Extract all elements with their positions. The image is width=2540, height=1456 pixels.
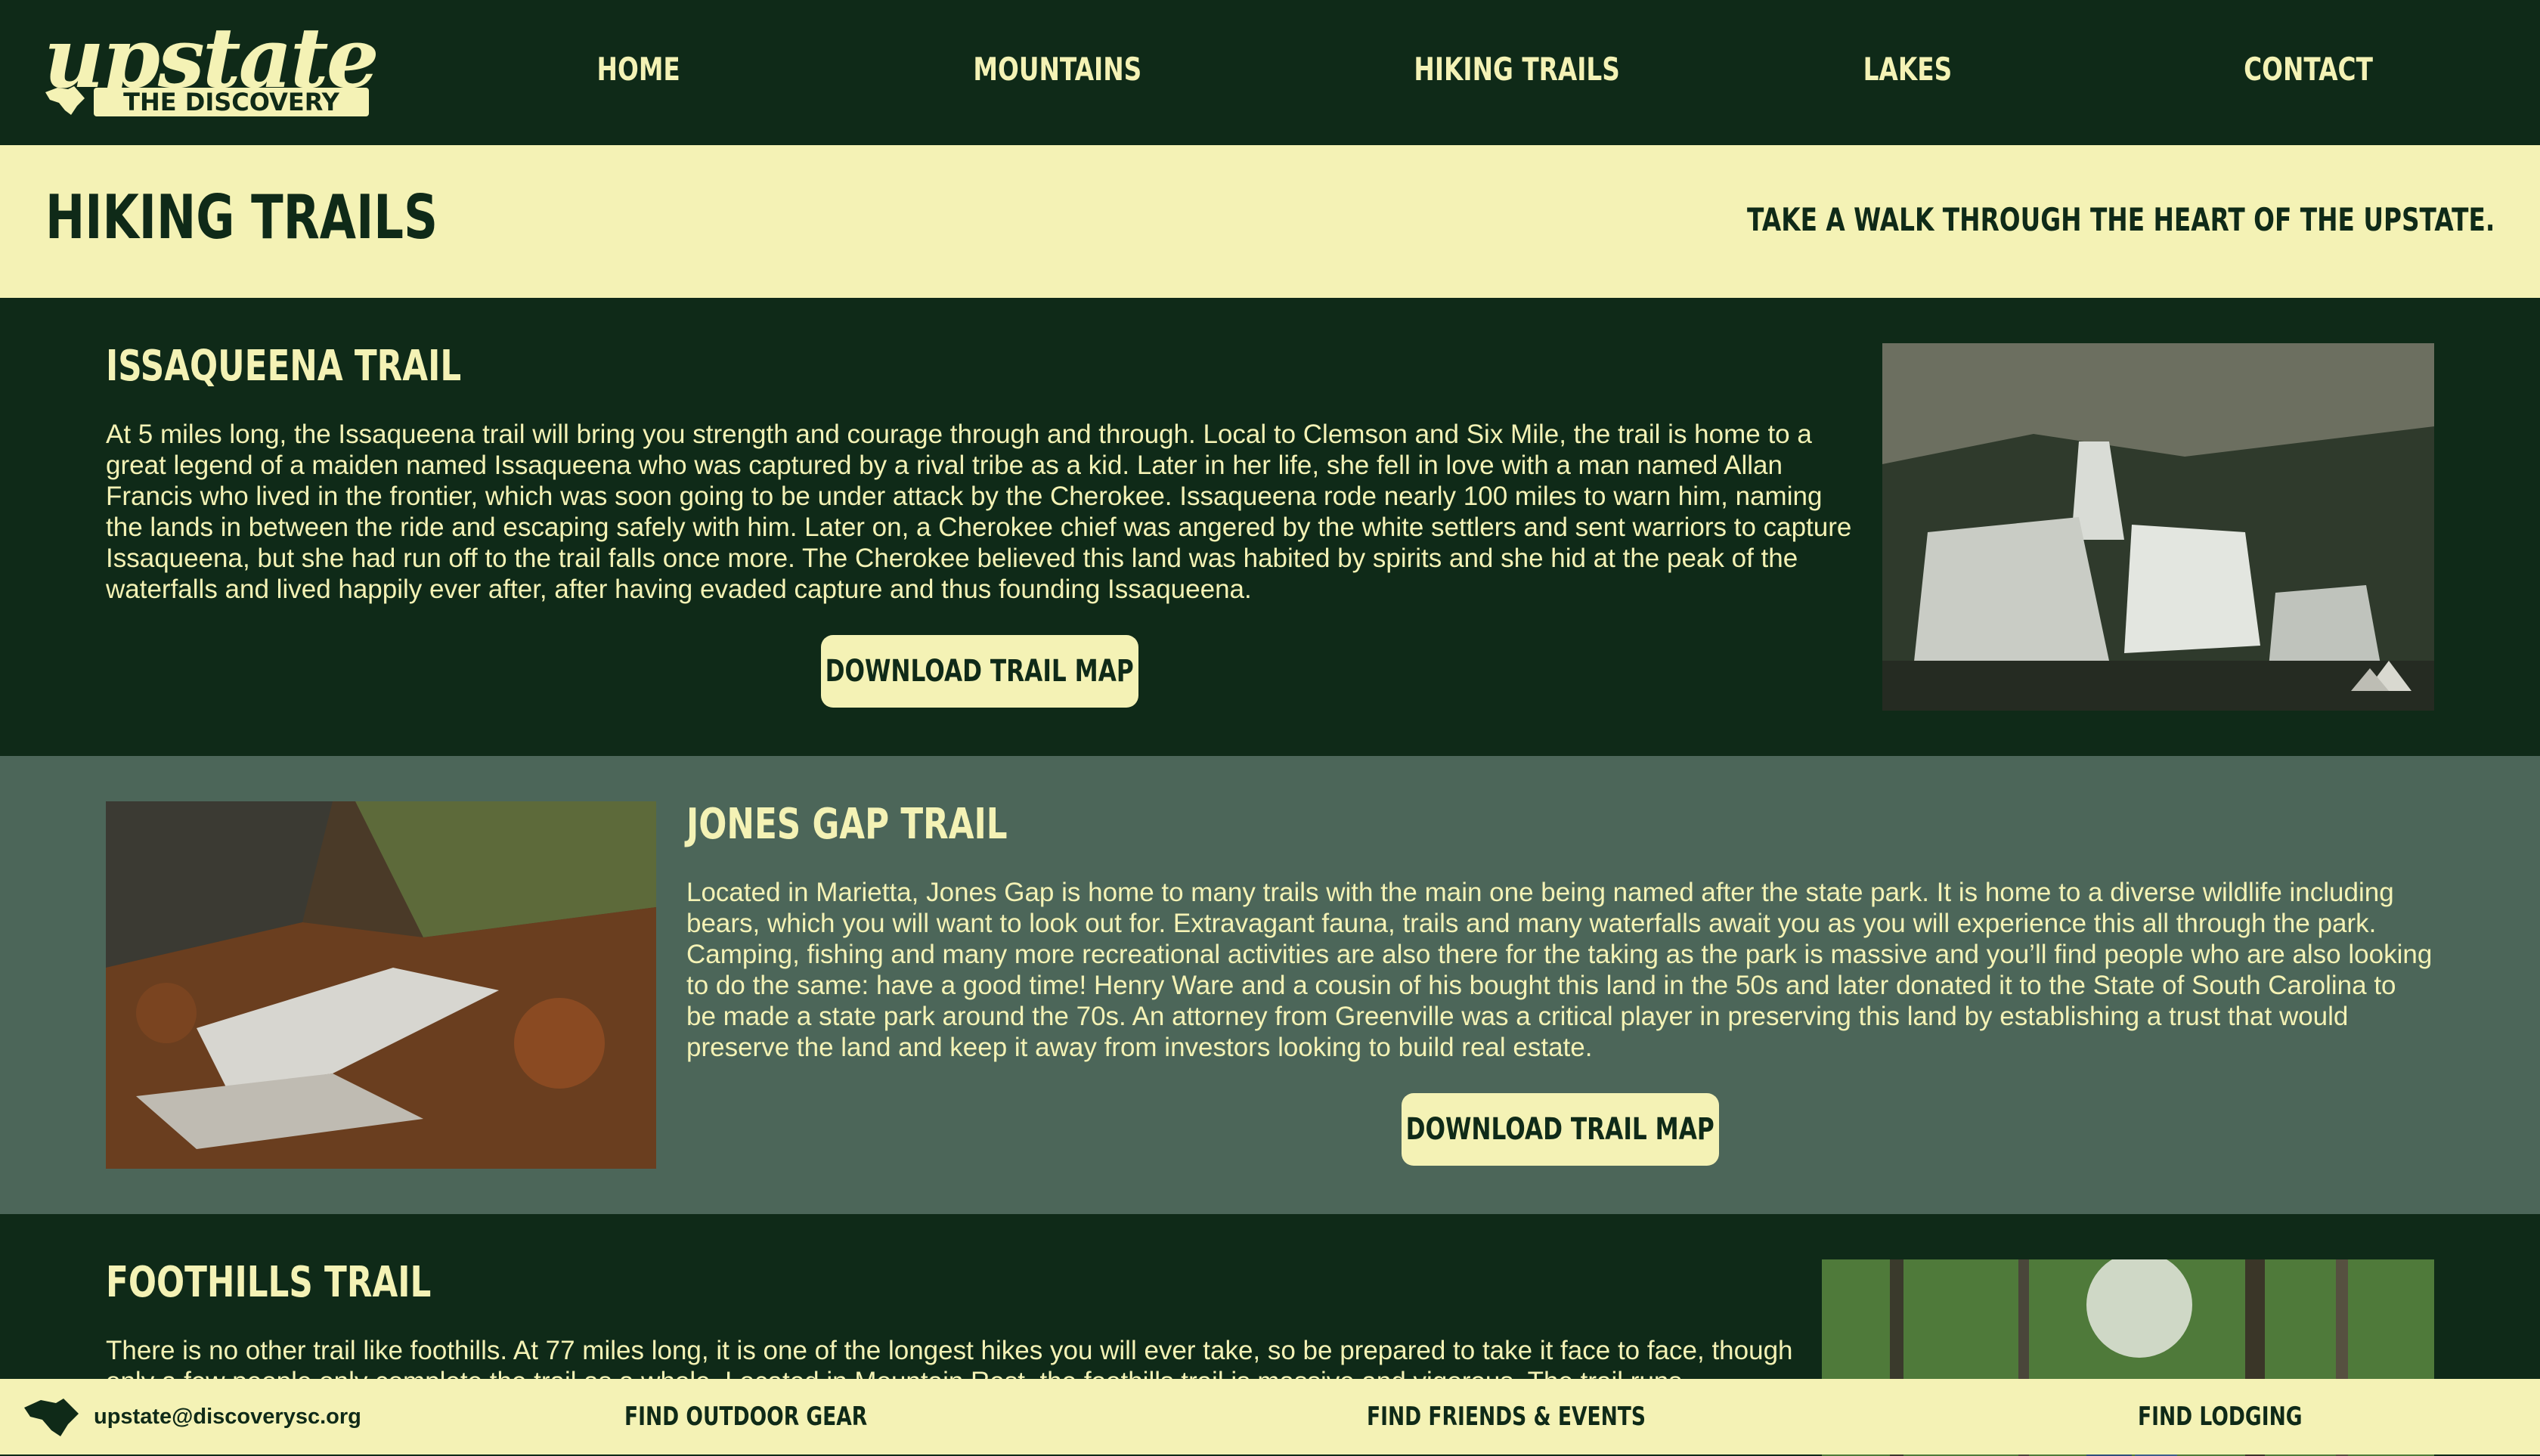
button-label: DOWNLOAD TRAIL MAP — [1405, 1112, 1715, 1147]
top-navbar: upstate THE DISCOVERY HOME MOUNTAINS HIK… — [0, 0, 2540, 145]
south-carolina-icon — [45, 86, 85, 115]
page-tagline: TAKE A WALK THROUGH THE HEART OF THE UPS… — [1746, 201, 2495, 238]
trail-description: Located in Marietta, Jones Gap is home t… — [686, 878, 2433, 1062]
footer-bar: upstate@discoverysc.org FIND OUTDOOR GEA… — [0, 1379, 2540, 1454]
nav-mountains[interactable]: MOUNTAINS — [973, 47, 1141, 92]
creek-image — [106, 801, 656, 1169]
trail-title: ISSAQUEENA TRAIL — [106, 342, 462, 391]
trail-description: At 5 miles long, the Issaqueena trail wi… — [106, 420, 1852, 604]
trail-section-jones-gap: JONES GAP TRAIL Located in Marietta, Jon… — [0, 756, 2540, 1214]
waterfall-image — [1882, 343, 2434, 711]
nav-hiking-trails[interactable]: HIKING TRAILS — [1414, 47, 1619, 92]
waterfall-photo — [1882, 343, 2434, 711]
footer-find-outdoor-gear[interactable]: FIND OUTDOOR GEAR — [624, 1400, 867, 1433]
nav-contact[interactable]: CONTACT — [2244, 47, 2373, 92]
download-trail-map-button[interactable]: DOWNLOAD TRAIL MAP — [821, 635, 1138, 708]
site-logo[interactable]: upstate THE DISCOVERY — [44, 17, 379, 119]
trail-section-issaqueena: ISSAQUEENA TRAIL At 5 miles long, the Is… — [0, 298, 2540, 756]
creek-photo — [106, 801, 656, 1169]
trail-title: JONES GAP TRAIL — [686, 800, 1008, 849]
page-title: HIKING TRAILS — [45, 182, 438, 252]
trail-title: FOOTHILLS TRAIL — [106, 1258, 432, 1307]
nav-home[interactable]: HOME — [597, 47, 680, 92]
footer-find-lodging[interactable]: FIND LODGING — [2138, 1400, 2303, 1433]
footer-email-link[interactable]: upstate@discoverysc.org — [94, 1403, 361, 1430]
south-carolina-icon — [24, 1399, 79, 1436]
page-header-band: HIKING TRAILS TAKE A WALK THROUGH THE HE… — [0, 145, 2540, 298]
nav-lakes[interactable]: LAKES — [1863, 47, 1953, 92]
footer-find-friends-events[interactable]: FIND FRIENDS & EVENTS — [1367, 1400, 1646, 1433]
button-label: DOWNLOAD TRAIL MAP — [825, 654, 1135, 689]
logo-subtitle: THE DISCOVERY — [94, 88, 369, 116]
download-trail-map-button[interactable]: DOWNLOAD TRAIL MAP — [1402, 1093, 1719, 1166]
